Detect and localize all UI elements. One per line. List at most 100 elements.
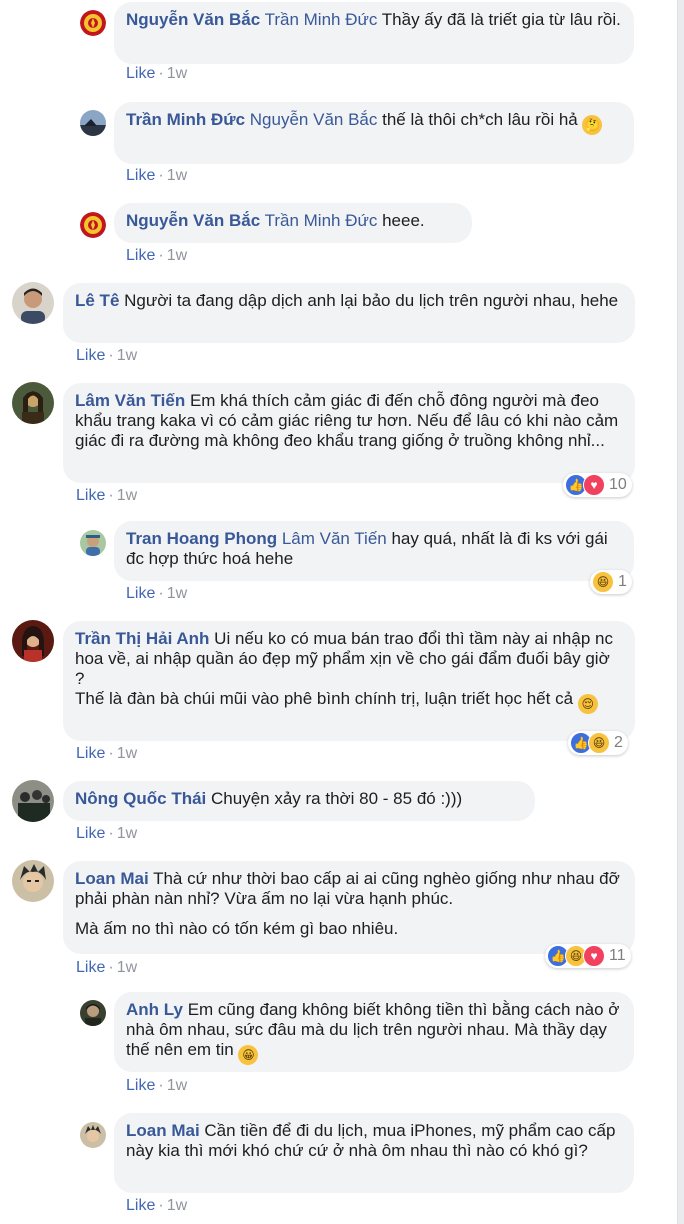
like-link[interactable]: Like [76,487,105,504]
comment-text: Em cũng đang không biết không tiền thì b… [126,1000,620,1059]
avatar[interactable] [12,382,54,424]
comment-actions: Like · 1w [126,1077,187,1095]
mention-tag[interactable]: Nguyễn Văn Bắc [250,110,378,129]
like-link[interactable]: Like [126,247,155,264]
reaction-count: 10 [609,476,627,493]
avatar[interactable] [80,10,106,36]
comment-author[interactable]: Trần Minh Đức [126,110,245,129]
timestamp[interactable]: 1w [167,65,187,82]
timestamp[interactable]: 1w [117,959,137,976]
mention-tag[interactable]: Trần Minh Đức [265,10,378,29]
comment-text: Thầy ấy đã là triết gia từ lâu rồi. [377,10,621,29]
avatar[interactable] [80,212,106,238]
comment-bubble: Nguyễn Văn Bắc Trần Minh Đức Thầy ấy đã … [114,2,634,64]
mention-tag[interactable]: Lâm Văn Tiến [282,529,387,548]
timestamp[interactable]: 1w [117,487,137,504]
comment-bubble: Loan Mai Thà cứ như thời bao cấp ai ai c… [63,861,635,954]
comment-author[interactable]: Trần Thị Hải Anh [75,629,209,648]
comment-actions: Like · 1w [126,247,187,265]
timestamp[interactable]: 1w [167,247,187,264]
reaction-summary[interactable]: 👍 😆 ♥ 11 [545,944,631,968]
reaction-count: 11 [609,947,626,964]
avatar[interactable] [80,1122,106,1148]
timestamp[interactable]: 1w [117,745,137,762]
avatar[interactable] [80,1000,106,1026]
comment-text: heee. [377,211,425,230]
relieved-emoji-icon: 😌 [577,694,598,714]
like-link[interactable]: Like [126,585,155,602]
reaction-count: 2 [614,734,623,751]
avatar[interactable] [12,282,54,324]
comment-text: thế là thôi ch*ch lâu rồi hả [377,110,583,129]
comment-paragraph: Trần Thị Hải Anh Ui nếu ko có mua bán tr… [75,629,623,689]
separator-dot: · [158,167,164,184]
timestamp[interactable]: 1w [117,347,137,364]
comment-bubble: Nguyễn Văn Bắc Trần Minh Đức heee. [114,203,472,243]
separator-dot: · [158,1197,164,1214]
comment-bubble: Trần Minh Đức Nguyễn Văn Bắc thế là thôi… [114,102,634,164]
comment-author[interactable]: Lâm Văn Tiến [75,391,185,410]
thinking-emoji-icon: 🤔 [582,115,603,135]
comment-author[interactable]: Nông Quốc Thái [75,789,206,808]
comment-text: Cần tiền để đi du lịch, mua iPhones, mỹ … [126,1121,616,1160]
separator-dot: · [158,585,164,602]
comment-actions: Like · 1w [126,585,187,603]
mention-tag[interactable]: Trần Minh Đức [265,211,378,230]
comment-actions: Like · 1w [76,745,137,763]
like-link[interactable]: Like [126,1077,155,1094]
haha-reaction-icon: 😆 [592,571,614,593]
like-link[interactable]: Like [76,347,105,364]
separator-dot: · [108,347,114,364]
page-edge-scrollbar[interactable] [677,0,684,1224]
timestamp[interactable]: 1w [167,167,187,184]
avatar[interactable] [80,530,106,556]
comment-author[interactable]: Nguyễn Văn Bắc [126,10,260,29]
reaction-summary[interactable]: 😆 1 [590,570,632,594]
comment-author[interactable]: Lê Tê [75,291,119,310]
separator-dot: · [158,65,164,82]
comment-bubble: Anh Ly Em cũng đang không biết không tiề… [114,992,634,1072]
avatar[interactable] [80,110,106,136]
timestamp[interactable]: 1w [117,825,137,842]
avatar[interactable] [12,620,54,662]
timestamp[interactable]: 1w [167,1077,187,1094]
comment-author[interactable]: Loan Mai [126,1121,200,1140]
separator-dot: · [158,247,164,264]
like-link[interactable]: Like [126,65,155,82]
comment-paragraph: Loan Mai Thà cứ như thời bao cấp ai ai c… [75,869,623,909]
love-reaction-icon: ♥ [583,474,605,496]
love-reaction-icon: ♥ [583,945,605,967]
comment-actions: Like · 1w [126,1197,187,1215]
timestamp[interactable]: 1w [167,585,187,602]
comment-text: Chuyện xảy ra thời 80 - 85 đó :))) [206,789,463,808]
comment-actions: Like · 1w [126,65,187,83]
like-link[interactable]: Like [76,959,105,976]
comment-text: Thế là đàn bà chúi mũi vào phê bình chín… [75,689,578,708]
comment-bubble: Lâm Văn Tiến Em khá thích cảm giác đi đế… [63,383,635,483]
comment-text: Người ta đang dập dịch anh lại bảo du lị… [119,291,619,310]
avatar[interactable] [12,860,54,902]
grin-emoji-icon: 😀 [238,1045,259,1065]
comment-paragraph: Mà ấm no thì nào có tốn kém gì bao nhiêu… [75,919,623,939]
separator-dot: · [158,1077,164,1094]
comment-author[interactable]: Anh Ly [126,1000,183,1019]
haha-reaction-icon: 😆 [588,732,610,754]
comment-author[interactable]: Nguyễn Văn Bắc [126,211,260,230]
comment-author[interactable]: Loan Mai [75,869,149,888]
like-link[interactable]: Like [76,825,105,842]
separator-dot: · [108,959,114,976]
comment-bubble: Trần Thị Hải Anh Ui nếu ko có mua bán tr… [63,621,635,741]
like-link[interactable]: Like [76,745,105,762]
reaction-summary[interactable]: 👍 ♥ 10 [563,473,632,497]
avatar[interactable] [12,780,54,822]
comment-author[interactable]: Tran Hoang Phong [126,529,277,548]
timestamp[interactable]: 1w [167,1197,187,1214]
like-link[interactable]: Like [126,1197,155,1214]
reaction-count: 1 [618,573,627,590]
comment-actions: Like · 1w [76,347,137,365]
like-link[interactable]: Like [126,167,155,184]
reaction-summary[interactable]: 👍 😆 2 [568,731,628,755]
comment-bubble: Loan Mai Cần tiền để đi du lịch, mua iPh… [114,1113,634,1193]
comment-paragraph: Thế là đàn bà chúi mũi vào phê bình chín… [75,689,623,714]
